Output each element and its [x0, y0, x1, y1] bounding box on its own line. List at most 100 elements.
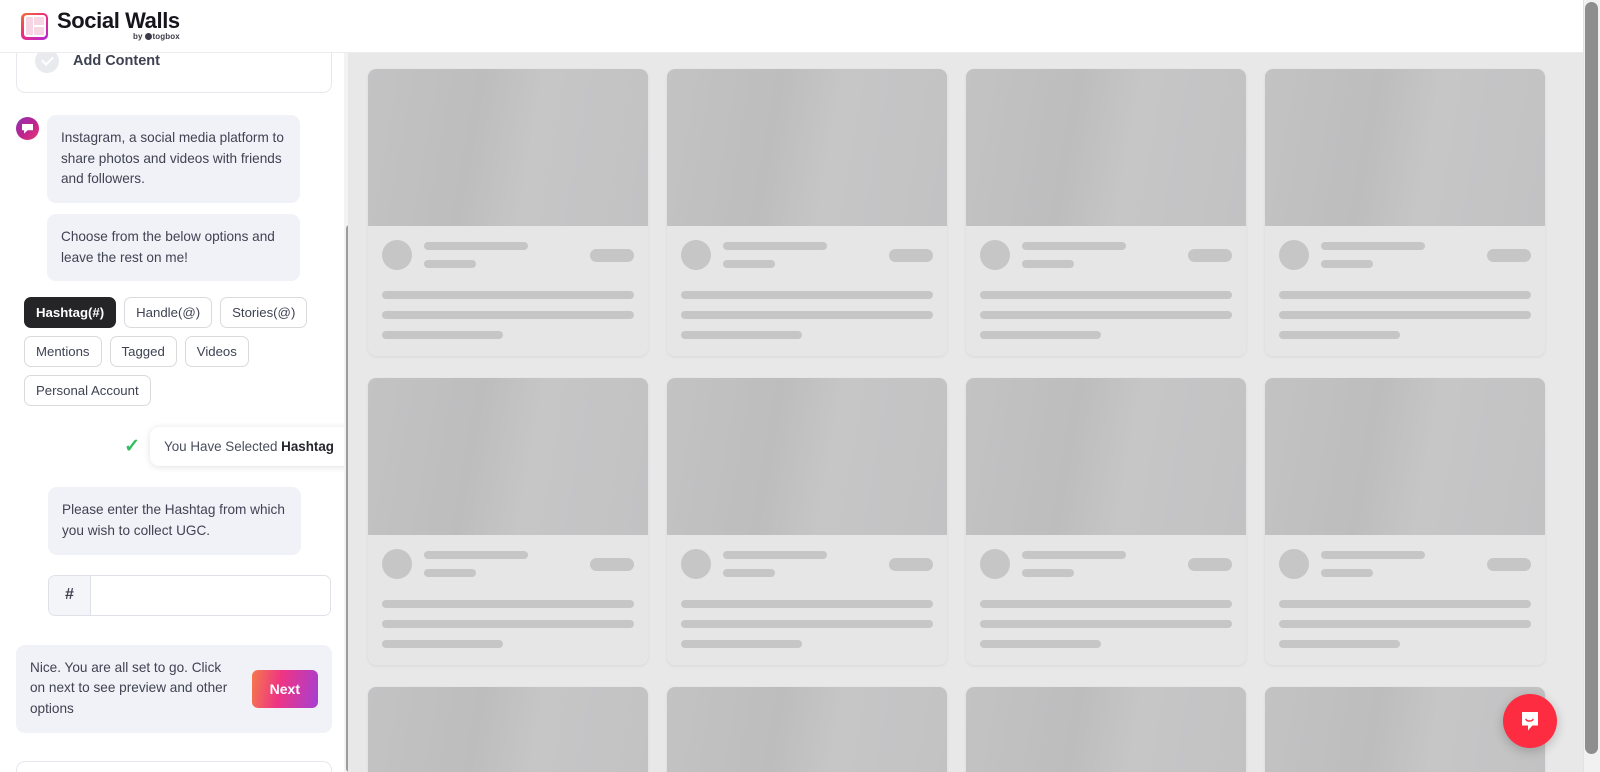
skeleton-post-card: [966, 687, 1246, 772]
skeleton-line: [1321, 242, 1425, 250]
page-scrollbar-thumb[interactable]: [1585, 2, 1598, 754]
step-label: Add Content: [73, 53, 160, 69]
wall-preview-area: [348, 53, 1583, 772]
skeleton-line: [424, 242, 528, 250]
skeleton-post-header: [368, 226, 648, 270]
skeleton-post-body: [667, 270, 947, 356]
skeleton-line: [980, 640, 1101, 648]
page-scrollbar-track[interactable]: [1583, 0, 1600, 772]
skeleton-avatar: [980, 240, 1010, 270]
skeleton-image: [1265, 69, 1545, 226]
skeleton-line: [681, 600, 933, 608]
option-chip-stories[interactable]: Stories(@): [220, 297, 308, 329]
skeleton-image: [368, 378, 648, 535]
brand-vendor: by togbox: [57, 31, 180, 41]
togbox-icon: [144, 32, 152, 40]
skeleton-line: [723, 260, 775, 268]
sidebar-step-publish[interactable]: Publish: [16, 760, 332, 772]
skeleton-post-body: [966, 270, 1246, 356]
bot-conversation: Instagram, a social media platform to sh…: [16, 115, 332, 282]
skeleton-line: [1279, 291, 1531, 299]
skeleton-badge: [1188, 557, 1232, 571]
skeleton-image: [667, 378, 947, 535]
skeleton-post-card: [368, 687, 648, 772]
skeleton-card-grid: [368, 69, 1545, 772]
skeleton-post-body: [368, 270, 648, 356]
skeleton-line: [1279, 600, 1531, 608]
skeleton-badge: [590, 557, 634, 571]
skeleton-line: [980, 331, 1101, 339]
option-chip-mentions[interactable]: Mentions: [24, 336, 102, 368]
option-chip-tagged[interactable]: Tagged: [109, 336, 177, 368]
skeleton-line: [1022, 260, 1074, 268]
skeleton-post-header: [667, 535, 947, 579]
sidebar-step-add-content[interactable]: Add Content: [16, 53, 332, 93]
next-step-message: Nice. You are all set to go. Click on ne…: [16, 644, 332, 733]
chat-bubble-smile-icon: [1522, 712, 1538, 731]
skeleton-image: [966, 687, 1246, 772]
skeleton-post-card: [368, 69, 648, 356]
bot-message: Instagram, a social media platform to sh…: [47, 115, 300, 203]
skeleton-line: [382, 311, 634, 319]
brand-logo[interactable]: Social Walls by togbox: [21, 7, 180, 43]
skeleton-post-card: [1265, 687, 1545, 772]
next-button[interactable]: Next: [251, 669, 318, 708]
social-walls-logo-icon: [21, 12, 48, 40]
skeleton-line: [723, 569, 775, 577]
green-check-icon: ✓: [124, 436, 141, 458]
skeleton-line: [980, 291, 1232, 299]
skeleton-post-header: [368, 535, 648, 579]
skeleton-line: [382, 600, 634, 608]
skeleton-line: [681, 311, 933, 319]
skeleton-badge: [590, 248, 634, 262]
skeleton-avatar: [980, 549, 1010, 579]
skeleton-line: [723, 242, 827, 250]
option-chip-hashtag[interactable]: Hashtag(#): [24, 297, 117, 329]
skeleton-badge: [1487, 557, 1531, 571]
speech-bubble-icon: [22, 123, 33, 134]
skeleton-badge: [889, 557, 933, 571]
option-chip-videos[interactable]: Videos: [184, 336, 249, 368]
skeleton-post-body: [1265, 270, 1545, 356]
skeleton-post-header: [1265, 535, 1545, 579]
selection-value: Hashtag: [281, 439, 334, 455]
option-chip-handle[interactable]: Handle(@): [124, 297, 213, 329]
skeleton-avatar: [382, 240, 412, 270]
skeleton-post-header: [966, 226, 1246, 270]
skeleton-line: [980, 600, 1232, 608]
skeleton-line: [723, 551, 827, 559]
bot-avatar-icon: [16, 117, 39, 140]
skeleton-line: [382, 620, 634, 628]
option-chip-personal-account[interactable]: Personal Account: [24, 375, 151, 407]
content-source-options: Hashtag(#) Handle(@) Stories(@) Mentions…: [24, 297, 314, 407]
skeleton-image: [667, 687, 947, 772]
skeleton-line: [681, 291, 933, 299]
skeleton-post-body: [667, 579, 947, 665]
selection-confirmation: ✓ You Have Selected Hashtag: [16, 427, 348, 467]
skeleton-line: [424, 551, 528, 559]
skeleton-line: [681, 620, 933, 628]
skeleton-image: [368, 687, 648, 772]
support-chat-button[interactable]: [1503, 694, 1557, 748]
brand-by-label: by: [132, 31, 143, 41]
skeleton-line: [1279, 620, 1531, 628]
skeleton-line: [1279, 640, 1400, 648]
skeleton-image: [1265, 378, 1545, 535]
skeleton-line: [1022, 242, 1126, 250]
skeleton-line: [424, 569, 476, 577]
skeleton-image: [1265, 687, 1545, 772]
skeleton-line: [382, 291, 634, 299]
next-prompt-text: Nice. You are all set to go. Click on ne…: [30, 659, 228, 716]
brand-name: Social Walls: [57, 7, 180, 33]
skeleton-image: [966, 69, 1246, 226]
skeleton-post-card: [966, 378, 1246, 665]
skeleton-line: [681, 331, 802, 339]
hashtag-prompt-message: Please enter the Hashtag from which you …: [48, 487, 301, 555]
skeleton-line: [980, 620, 1232, 628]
skeleton-post-card: [667, 69, 947, 356]
skeleton-line: [382, 640, 503, 648]
skeleton-post-header: [667, 226, 947, 270]
hashtag-input[interactable]: [91, 575, 330, 615]
check-circle-icon: [35, 53, 59, 73]
hashtag-input-group: #: [48, 574, 331, 616]
